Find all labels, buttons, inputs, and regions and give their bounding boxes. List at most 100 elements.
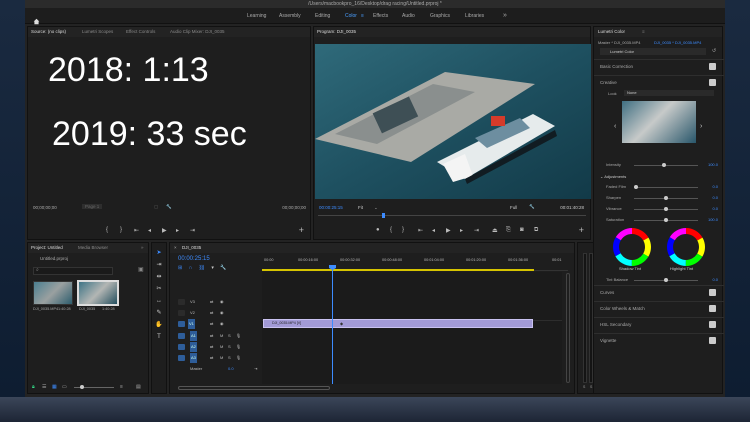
ripple-edit-tool-icon[interactable]: ⇹	[155, 273, 163, 281]
slider-value[interactable]: 100.0	[708, 162, 718, 167]
source-patch[interactable]	[178, 299, 185, 305]
horizontal-scrollbar[interactable]	[178, 386, 330, 390]
look-preview-thumbnail[interactable]	[622, 101, 696, 143]
section-basic-correction[interactable]: Basic Correction	[594, 59, 724, 73]
tab-project[interactable]: Project: Untitled	[31, 243, 63, 253]
linked-selection-icon[interactable]: ⛓	[199, 265, 205, 271]
selection-tool-icon[interactable]: ➤	[155, 249, 163, 257]
section-color-wheels[interactable]: Color Wheels & Match	[594, 301, 724, 315]
pen-tool-icon[interactable]: ✎	[155, 309, 163, 317]
chevron-left-icon[interactable]: ‹	[614, 123, 616, 130]
section-creative[interactable]: Creative	[594, 75, 724, 89]
workspace-graphics[interactable]: Graphics	[430, 8, 450, 24]
timeline-timecode[interactable]: 00:00:25:15	[178, 256, 210, 262]
project-search-input[interactable]: ⌕	[33, 267, 113, 275]
section-curves[interactable]: Curves	[594, 285, 724, 299]
saturation-slider[interactable]: Saturation 100.0	[600, 216, 718, 224]
slip-tool-icon[interactable]: ↔	[155, 297, 163, 305]
list-view-icon[interactable]: ☰	[42, 384, 46, 390]
tab-audio-clip-mixer[interactable]: Audio Clip Mixer: DJI_0035	[170, 27, 225, 37]
lock-icon[interactable]: 🔒︎	[32, 384, 35, 390]
effect-select[interactable]: Lumetri Color	[600, 48, 706, 55]
home-icon[interactable]	[33, 12, 40, 25]
sync-lock-icon[interactable]: ⇄	[210, 319, 213, 329]
vibrance-slider[interactable]: Vibrance 0.0	[600, 205, 718, 213]
checkbox[interactable]	[709, 321, 716, 328]
sync-lock-icon[interactable]: ⇄	[210, 342, 213, 352]
video-clip[interactable]: DJI_0035.MP4 [V]	[263, 319, 533, 328]
timeline-settings-icon[interactable]: 🔧	[220, 265, 226, 271]
sequence-clip-label[interactable]: DJI_0035 * DJI_0035.MP4	[654, 40, 701, 45]
eye-icon[interactable]: ◉	[220, 308, 224, 318]
solo-right-button[interactable]: S	[590, 385, 592, 389]
quality-select[interactable]: Full	[510, 205, 517, 210]
adjustments-toggle[interactable]: ⌄ Adjustments	[600, 174, 626, 179]
solo-button[interactable]: S	[228, 331, 231, 341]
solo-button[interactable]: S	[228, 342, 231, 352]
tab-effect-controls[interactable]: Effect Controls	[126, 27, 155, 37]
sync-lock-icon[interactable]: ⇄	[210, 353, 213, 363]
checkbox[interactable]	[709, 305, 716, 312]
snap-icon[interactable]: ∩	[189, 265, 193, 271]
section-vignette[interactable]: Vignette	[594, 333, 724, 347]
chevron-right-icon[interactable]: ›	[700, 123, 702, 130]
mic-icon[interactable]: 🎙︎	[236, 353, 241, 363]
slider-knob[interactable]	[664, 218, 668, 222]
play-icon[interactable]: ▶	[446, 227, 451, 234]
go-to-in-icon[interactable]: ⇤	[134, 227, 139, 234]
look-select[interactable]: None	[624, 90, 714, 96]
step-forward-icon[interactable]: ▸	[460, 227, 463, 234]
intensity-slider[interactable]: Intensity 100.0	[600, 161, 718, 169]
sync-lock-icon[interactable]: ⇄	[210, 331, 213, 341]
checkbox[interactable]	[709, 79, 716, 86]
source-patch[interactable]	[178, 310, 185, 316]
tint-balance-slider[interactable]: Tint Balance 0.0	[600, 276, 718, 284]
source-patch[interactable]	[178, 344, 185, 350]
sync-lock-icon[interactable]: ⇄	[210, 308, 213, 318]
chevron-down-icon[interactable]: ⌄	[374, 205, 378, 211]
checkbox[interactable]	[709, 289, 716, 296]
sort-icon[interactable]: ≡	[120, 384, 123, 390]
mark-in-icon[interactable]: {	[390, 227, 392, 233]
master-clip-label[interactable]: Master * DJI_0035.MP4	[598, 40, 640, 45]
mic-icon[interactable]: 🎙︎	[236, 342, 241, 352]
clip-thumbnail[interactable]	[33, 281, 73, 305]
page-select[interactable]: Page 1	[82, 204, 103, 209]
zoom-fit-select[interactable]: Fit	[358, 205, 363, 210]
play-icon[interactable]: ▶	[162, 227, 167, 234]
slider-value[interactable]: 0.0	[712, 277, 718, 282]
workspace-learning[interactable]: Learning	[247, 8, 266, 24]
source-patch[interactable]	[178, 333, 185, 339]
checkbox[interactable]	[709, 337, 716, 344]
tab-source[interactable]: Source: (no clips)	[31, 27, 66, 37]
keyframe-icon[interactable]: ◆	[340, 321, 343, 326]
step-back-icon[interactable]: ◂	[148, 227, 151, 234]
sync-lock-icon[interactable]: ⇄	[210, 297, 213, 307]
tab-media-browser[interactable]: Media Browser	[78, 243, 108, 253]
workspace-color[interactable]: Color	[345, 8, 357, 24]
reset-icon[interactable]: ↺	[712, 48, 716, 54]
mute-button[interactable]: M	[220, 331, 223, 341]
panel-menu-icon[interactable]: ≡	[642, 27, 645, 37]
lift-icon[interactable]: ⏏	[492, 227, 498, 234]
checkbox[interactable]	[709, 63, 716, 70]
add-button-icon[interactable]: +	[299, 225, 304, 235]
settings-icon[interactable]: 🔧	[529, 204, 535, 210]
program-timecode[interactable]: 00:00:25:15	[319, 205, 343, 210]
tab-lumetri-color[interactable]: Lumetri Color	[598, 27, 625, 37]
solo-button[interactable]: S	[228, 353, 231, 363]
add-marker-icon[interactable]: ▾	[211, 265, 214, 271]
solo-left-button[interactable]: S	[583, 385, 585, 389]
type-tool-icon[interactable]: T	[155, 333, 163, 341]
go-to-out-icon[interactable]: ⇥	[474, 227, 479, 234]
highlight-tint-wheel[interactable]	[666, 227, 706, 267]
slider-knob[interactable]	[664, 196, 668, 200]
more-tabs-icon[interactable]: »	[141, 243, 144, 253]
settings-icon[interactable]: 🔧	[166, 204, 172, 210]
tab-sequence[interactable]: DJI_0035	[182, 243, 201, 253]
timeline-playhead[interactable]	[332, 265, 333, 384]
razor-tool-icon[interactable]: ✂	[155, 285, 163, 293]
export-frame-icon[interactable]: ◙	[520, 227, 524, 233]
master-go-to-end-icon[interactable]: ⇥	[254, 364, 257, 374]
freeform-view-icon[interactable]: ▭	[62, 384, 67, 390]
